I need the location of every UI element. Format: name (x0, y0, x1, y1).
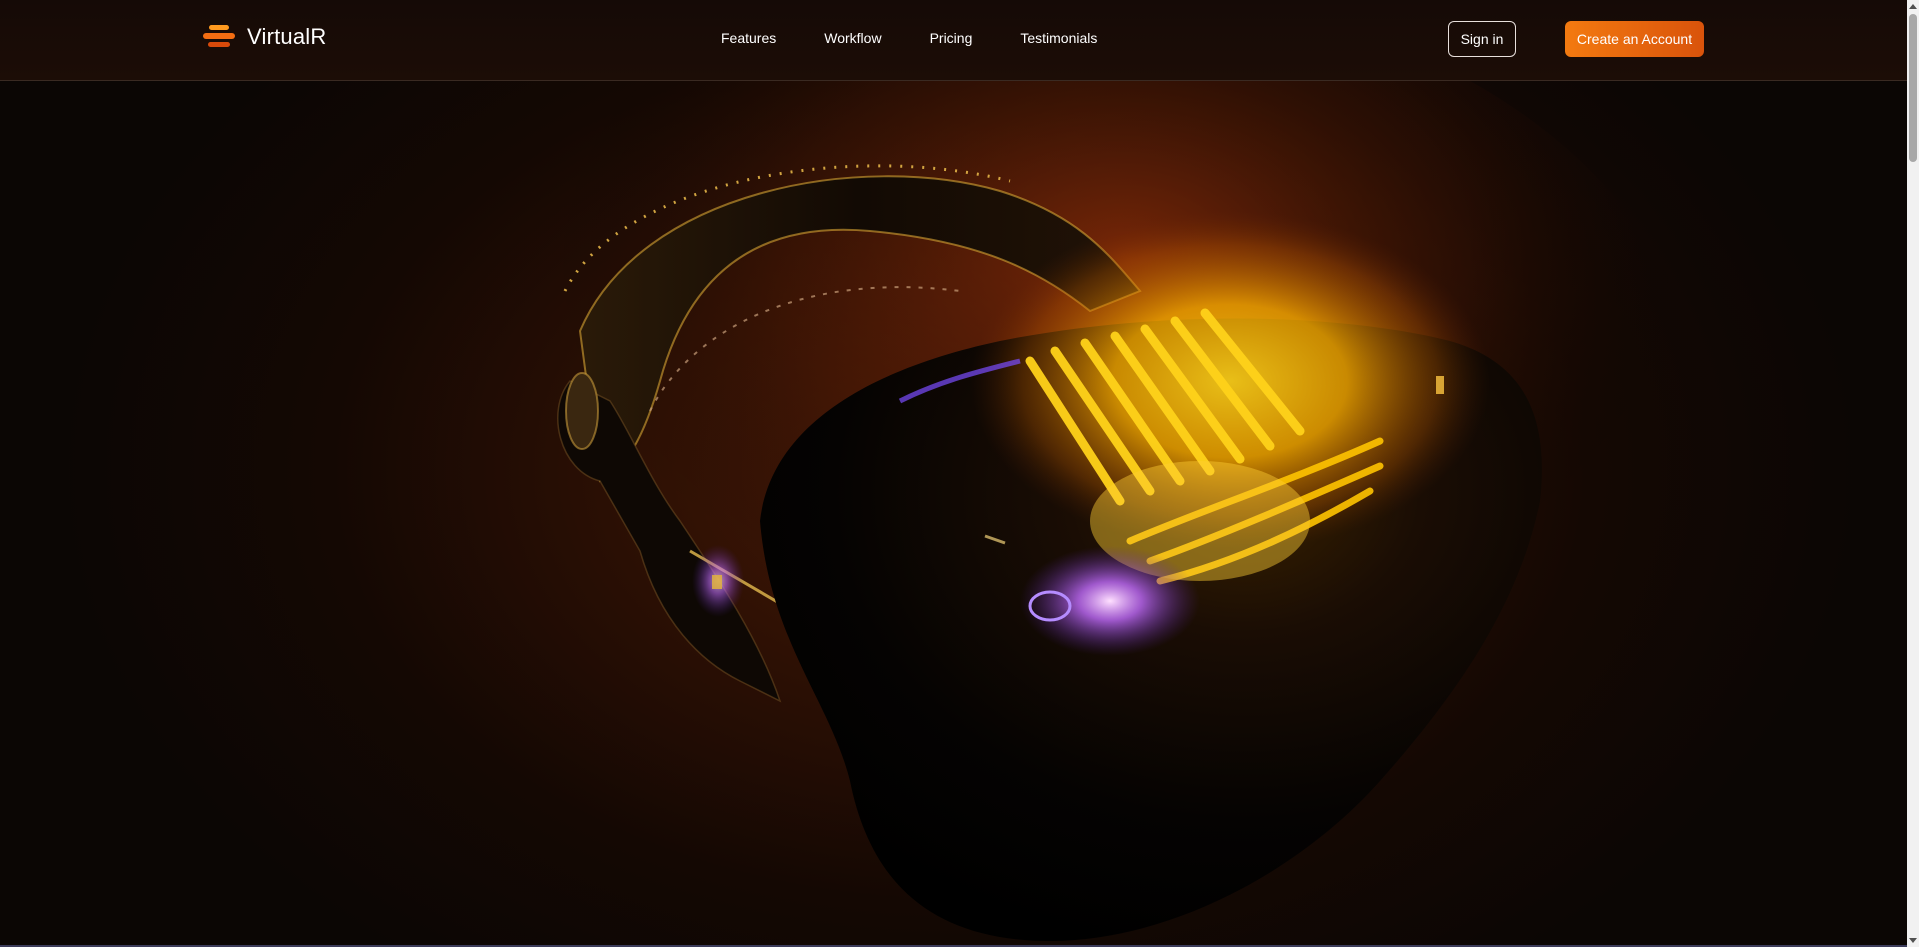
nav-link-workflow[interactable]: Workflow (824, 30, 881, 46)
landing-page: VirtualR Features Workflow Pricing Testi… (0, 0, 1919, 947)
nav-link-testimonials[interactable]: Testimonials (1020, 30, 1097, 46)
scrollbar-thumb[interactable] (1909, 14, 1917, 162)
brand-name: VirtualR (247, 24, 327, 49)
sign-in-button[interactable]: Sign in (1448, 21, 1516, 57)
scroll-up-arrow-icon[interactable] (1909, 4, 1917, 9)
vr-headset-illustration (420, 81, 1700, 941)
nav-link-pricing[interactable]: Pricing (930, 30, 973, 46)
vertical-scrollbar[interactable] (1907, 0, 1919, 947)
top-navbar: VirtualR Features Workflow Pricing Testi… (0, 0, 1907, 81)
nav-link-features[interactable]: Features (721, 30, 776, 46)
brand-home-link[interactable]: VirtualR (203, 24, 326, 50)
create-account-button[interactable]: Create an Account (1565, 21, 1704, 57)
main-nav: Features Workflow Pricing Testimonials (721, 30, 1145, 46)
layered-stripes-logo-icon (203, 25, 235, 49)
scroll-down-arrow-icon[interactable] (1909, 938, 1917, 943)
